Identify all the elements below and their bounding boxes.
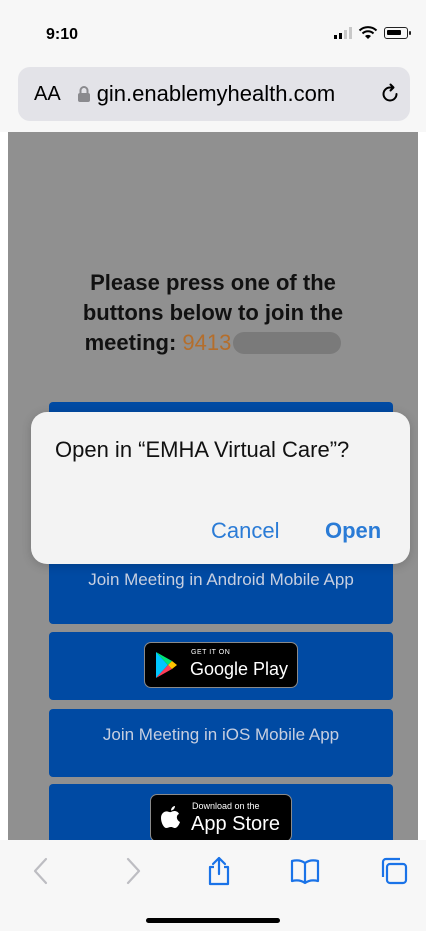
home-indicator[interactable] [146, 918, 280, 923]
google-play-small-text: GET IT ON [191, 649, 231, 656]
google-play-large-text: Google Play [190, 659, 289, 679]
cancel-button[interactable]: Cancel [211, 518, 279, 544]
heading-line-1: Please press one of the [90, 270, 336, 295]
battery-icon [384, 27, 411, 39]
app-store-small-text: Download on the [192, 801, 260, 811]
address-bar[interactable]: AA gin.enablemyhealth.com [18, 67, 410, 121]
wifi-icon [358, 26, 378, 39]
app-store-badge[interactable]: Download on the App Store [150, 794, 292, 840]
share-icon[interactable] [204, 856, 234, 886]
join-ios-label: Join Meeting in iOS Mobile App [102, 725, 340, 744]
heading-line-2: buttons below to join the [82, 300, 344, 325]
lock-icon [77, 86, 90, 102]
dialog-title: Open in “EMHA Virtual Care”? [55, 437, 350, 462]
apple-icon [161, 806, 180, 828]
join-ios-button[interactable]: Join Meeting in iOS Mobile App [49, 709, 393, 777]
status-time: 9:10 [46, 26, 79, 43]
app-store-large-text: App Store [191, 813, 280, 835]
page-heading: Please press one of the buttons below to… [8, 268, 418, 358]
status-icons [334, 26, 411, 40]
tabs-icon[interactable] [379, 856, 409, 886]
signal-icon [334, 27, 352, 39]
address-area: AA gin.enablemyhealth.com [0, 64, 426, 132]
redaction-mask [233, 332, 342, 354]
status-bar: 9:10 [0, 0, 426, 64]
meeting-label: meeting: [84, 330, 177, 355]
app-store-card[interactable]: Download on the App Store [49, 784, 393, 840]
google-play-card[interactable]: GET IT ON Google Play [49, 632, 393, 700]
bookmarks-icon[interactable] [290, 856, 320, 886]
open-button[interactable]: Open [325, 518, 381, 544]
forward-icon[interactable] [117, 856, 147, 886]
open-in-app-dialog: Open in “EMHA Virtual Care”? Cancel Open [31, 412, 410, 564]
join-android-label: Join Meeting in Android Mobile App [88, 570, 354, 589]
reload-icon[interactable] [378, 81, 402, 105]
text-size-button[interactable]: AA [34, 83, 61, 106]
google-play-icon [156, 652, 177, 678]
heading-line-3: meeting: 9413 [8, 328, 418, 358]
back-icon[interactable] [27, 856, 57, 886]
meeting-id: 9413 [182, 330, 232, 355]
url-text[interactable]: gin.enablemyhealth.com [97, 81, 385, 107]
google-play-badge[interactable]: GET IT ON Google Play [144, 642, 298, 688]
